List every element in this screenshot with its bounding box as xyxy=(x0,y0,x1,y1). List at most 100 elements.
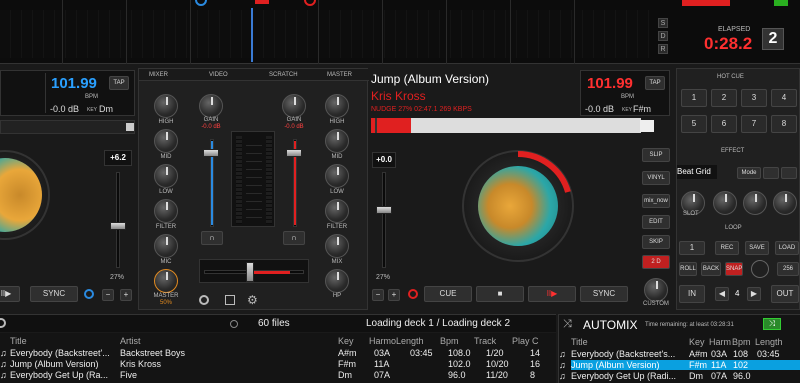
left-sync-button[interactable]: SYNC xyxy=(30,286,78,302)
clock-icon[interactable] xyxy=(199,295,209,305)
right-gain-knob[interactable] xyxy=(282,94,306,118)
loop-size-value[interactable]: 256 xyxy=(777,262,799,276)
left-pitch-plus[interactable]: + xyxy=(120,289,132,301)
col-harmonic[interactable]: Harmo xyxy=(369,336,396,346)
right-stop-button[interactable]: ■ xyxy=(476,286,524,302)
right-mid-knob[interactable] xyxy=(325,129,349,153)
crossfader-area[interactable] xyxy=(199,259,309,283)
left-filter-knob[interactable] xyxy=(154,199,178,223)
mix-now-button[interactable]: mix_now xyxy=(642,194,670,208)
slip-button[interactable]: SLIP xyxy=(642,148,670,162)
mix-knob[interactable] xyxy=(325,234,349,258)
left-pitch-track[interactable] xyxy=(116,172,120,268)
right-filter-knob[interactable] xyxy=(325,199,349,223)
left-high-knob[interactable] xyxy=(154,94,178,118)
amx-col-length[interactable]: Length xyxy=(755,337,783,347)
tab-video[interactable]: VIDEO xyxy=(209,72,228,78)
right-jog-wheel[interactable] xyxy=(462,150,574,262)
amx-col-key[interactable]: Key xyxy=(689,337,705,347)
loop-size-select[interactable]: 1 xyxy=(679,241,705,255)
table-row[interactable]: ♫ Everybody Get Up (Ra... Five Dm 07A 96… xyxy=(0,370,556,380)
loop-halve-button[interactable]: ◀ xyxy=(715,287,729,301)
right-mini-wave[interactable] xyxy=(371,118,641,133)
deck-2d-button[interactable]: 2 D xyxy=(642,255,670,269)
loop-rec-button[interactable]: REC xyxy=(715,241,739,255)
left-mid-knob[interactable] xyxy=(154,129,178,153)
hot-cue-6[interactable]: 6 xyxy=(711,115,737,133)
s-button[interactable]: S xyxy=(658,18,668,28)
right-pitch-plus[interactable]: + xyxy=(388,289,400,301)
master-knob[interactable] xyxy=(154,269,178,293)
right-tap-button[interactable]: TAP xyxy=(645,76,665,90)
search-icon[interactable] xyxy=(0,318,6,328)
tab-scratch[interactable]: SCRATCH xyxy=(269,72,298,78)
hot-cue-3[interactable]: 3 xyxy=(741,89,767,107)
hot-cue-1[interactable]: 1 xyxy=(681,89,707,107)
right-link-icon[interactable] xyxy=(408,289,418,299)
right-pitch-track[interactable] xyxy=(382,172,386,268)
snap-button[interactable]: SNAP xyxy=(725,262,743,276)
r-button[interactable]: R xyxy=(658,44,668,54)
left-pitch-fader[interactable] xyxy=(110,222,126,230)
left-gain-knob[interactable] xyxy=(199,94,223,118)
right-low-knob[interactable] xyxy=(325,164,349,188)
effect-param-1[interactable] xyxy=(713,191,737,215)
left-headphone-button[interactable]: ∩ xyxy=(201,231,223,245)
col-bpm[interactable]: Bpm xyxy=(440,336,459,346)
back-button[interactable]: BACK xyxy=(701,262,721,276)
vinyl-button[interactable]: VINYL xyxy=(642,171,670,185)
left-jog-wheel[interactable] xyxy=(0,150,50,240)
right-sync-button[interactable]: SYNC xyxy=(580,286,628,302)
effect-mode-button[interactable]: Mode xyxy=(737,167,761,179)
col-key[interactable]: Key xyxy=(338,336,354,346)
tab-mixer[interactable]: MIXER xyxy=(149,72,168,78)
effect-btn-a[interactable] xyxy=(763,167,779,179)
loop-load-button[interactable]: LOAD xyxy=(775,241,799,255)
col-artist[interactable]: Artist xyxy=(120,336,141,346)
left-link-icon[interactable] xyxy=(84,289,94,299)
hot-cue-4[interactable]: 4 xyxy=(771,89,797,107)
table-row[interactable]: ♫ Jump (Album Version) Kris Kross F#m 11… xyxy=(0,359,556,369)
loop-double-button[interactable]: ▶ xyxy=(747,287,761,301)
amx-col-bpm[interactable]: Bpm xyxy=(732,337,751,347)
deck-number[interactable]: 2 xyxy=(762,28,784,50)
left-mini-wave[interactable] xyxy=(0,120,135,134)
col-track[interactable]: Track xyxy=(474,336,496,346)
amx-col-harm[interactable]: Harm xyxy=(709,337,731,347)
hp-knob[interactable] xyxy=(325,269,349,293)
automix-row[interactable]: ♫ Everybody Get Up (Radi... Dm 07A 96.0 xyxy=(559,371,800,381)
effect-select[interactable]: Beat Grid xyxy=(677,165,717,179)
left-channel-fader[interactable] xyxy=(203,149,219,157)
effect-btn-b[interactable] xyxy=(781,167,797,179)
right-pitch-minus[interactable]: − xyxy=(372,289,384,301)
shuffle-icon[interactable]: ⤨ xyxy=(563,318,572,331)
skip-button[interactable]: SKIP xyxy=(642,235,670,249)
custom-knob[interactable] xyxy=(644,278,668,302)
roll-button[interactable]: ROLL xyxy=(679,262,697,276)
loop-knob[interactable] xyxy=(751,260,769,278)
loop-save-button[interactable]: SAVE xyxy=(745,241,769,255)
col-length[interactable]: Length xyxy=(396,336,424,346)
d-button[interactable]: D xyxy=(658,31,668,41)
tab-master[interactable]: MASTER xyxy=(327,72,352,78)
waveform[interactable] xyxy=(0,10,650,58)
settings-icon[interactable]: ⚙ xyxy=(247,293,258,307)
right-play-button[interactable]: II▶ xyxy=(528,286,576,302)
left-tap-button[interactable]: TAP xyxy=(109,76,129,90)
hot-cue-5[interactable]: 5 xyxy=(681,115,707,133)
right-channel-fader[interactable] xyxy=(286,149,302,157)
automix-toggle[interactable]: ⤨ xyxy=(763,318,781,330)
loop-in-button[interactable]: IN xyxy=(679,285,705,303)
col-play-count[interactable]: Play C xyxy=(512,336,539,346)
right-cue-button[interactable]: CUE xyxy=(424,286,472,302)
hot-cue-2[interactable]: 2 xyxy=(711,89,737,107)
col-title[interactable]: Title xyxy=(10,336,27,346)
automix-row-selected[interactable]: Jump (Album Version) F#m 11A 102 xyxy=(571,360,800,370)
effect-param-3[interactable] xyxy=(773,191,797,215)
amx-col-title[interactable]: Title xyxy=(571,337,588,347)
left-play-button[interactable]: II▶ xyxy=(0,286,20,302)
table-row[interactable]: ♫ Everybody (Backstreet'... Backstreet B… xyxy=(0,348,556,358)
waveform-strip[interactable]: S D R ELAPSED 0:28.2 2 xyxy=(0,0,800,64)
hot-cue-8[interactable]: 8 xyxy=(771,115,797,133)
left-low-knob[interactable] xyxy=(154,164,178,188)
